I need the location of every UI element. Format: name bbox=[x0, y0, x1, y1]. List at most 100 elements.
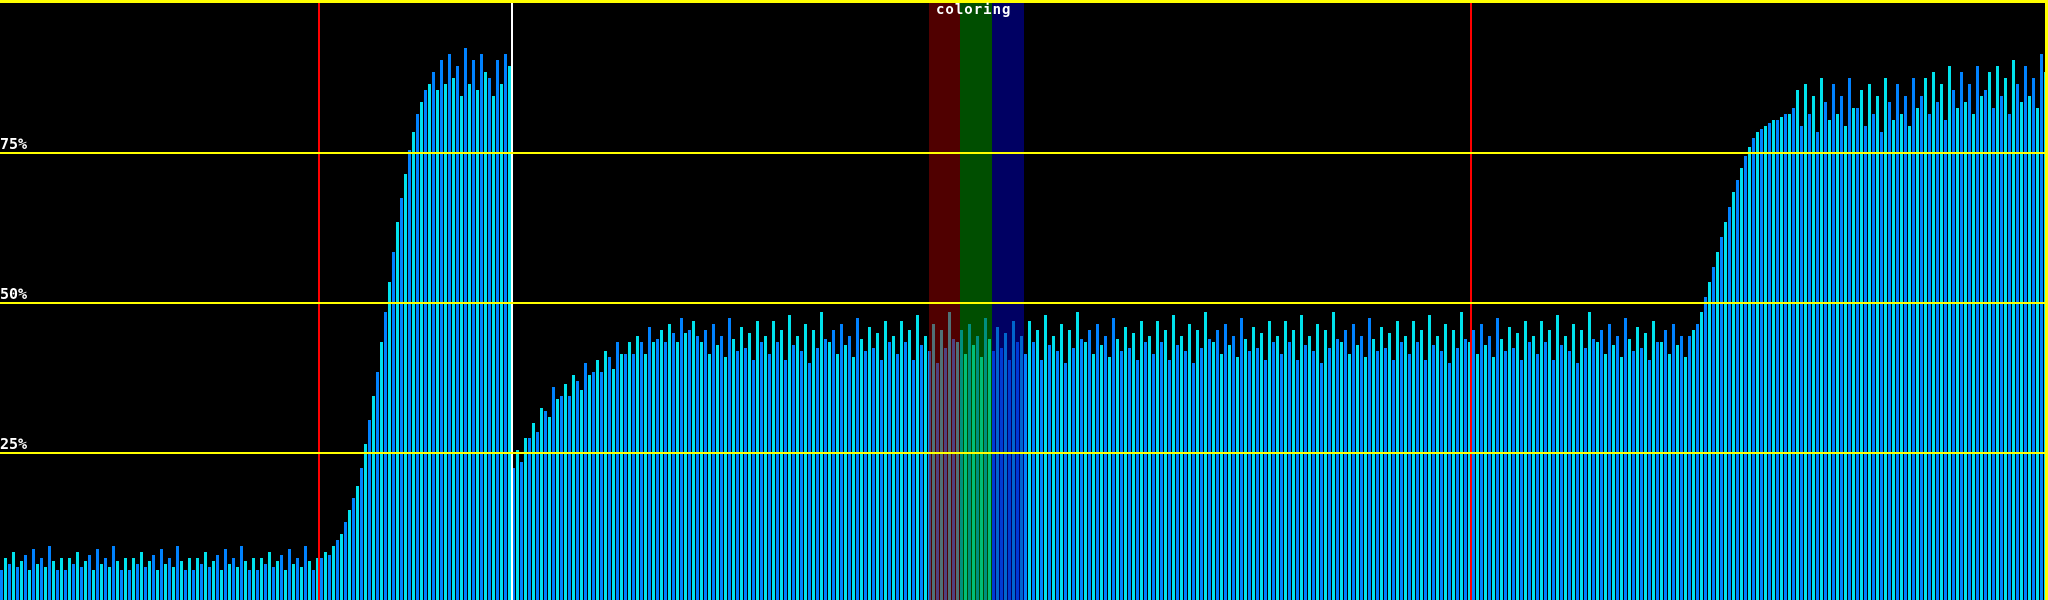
red-band bbox=[929, 0, 960, 600]
bar bbox=[1668, 354, 1671, 600]
bar bbox=[832, 330, 835, 600]
bar bbox=[752, 360, 755, 600]
bar bbox=[1568, 351, 1571, 600]
bar bbox=[1756, 132, 1759, 600]
bar bbox=[1432, 345, 1435, 600]
bar bbox=[1544, 342, 1547, 600]
bar bbox=[1704, 297, 1707, 600]
bar bbox=[1080, 339, 1083, 600]
green-band bbox=[960, 0, 992, 600]
bar bbox=[1484, 345, 1487, 600]
bar bbox=[1652, 321, 1655, 600]
bar bbox=[1288, 342, 1291, 600]
bar bbox=[1476, 354, 1479, 600]
bar bbox=[488, 78, 491, 600]
bar bbox=[132, 558, 135, 600]
bar bbox=[1772, 120, 1775, 600]
bar bbox=[624, 354, 627, 600]
bar bbox=[780, 330, 783, 600]
bar bbox=[1032, 342, 1035, 600]
bar bbox=[2020, 102, 2023, 600]
bar bbox=[1492, 357, 1495, 600]
bar bbox=[1496, 318, 1499, 600]
bar bbox=[1528, 342, 1531, 600]
bar bbox=[496, 60, 499, 600]
bar bbox=[1876, 96, 1879, 600]
bar bbox=[1204, 312, 1207, 600]
bar bbox=[676, 342, 679, 600]
bar bbox=[124, 558, 127, 600]
bar bbox=[348, 510, 351, 600]
bar bbox=[776, 342, 779, 600]
bar bbox=[1472, 330, 1475, 600]
bar bbox=[672, 333, 675, 600]
bar bbox=[1400, 342, 1403, 600]
bar bbox=[1948, 66, 1951, 600]
bar bbox=[460, 96, 463, 600]
bar bbox=[1304, 345, 1307, 600]
bar bbox=[76, 552, 79, 600]
bar bbox=[1044, 315, 1047, 600]
bar bbox=[1572, 324, 1575, 600]
bar bbox=[52, 561, 55, 600]
bar bbox=[1660, 342, 1663, 600]
bar bbox=[1408, 354, 1411, 600]
bar bbox=[1060, 324, 1063, 600]
bar bbox=[1212, 342, 1215, 600]
bar bbox=[1812, 96, 1815, 600]
bar bbox=[1056, 351, 1059, 600]
bar bbox=[816, 348, 819, 600]
bar bbox=[296, 558, 299, 600]
bar bbox=[1168, 360, 1171, 600]
bar bbox=[1564, 336, 1567, 600]
bar bbox=[72, 564, 75, 600]
bar bbox=[4, 558, 7, 600]
bar bbox=[544, 411, 547, 600]
bar bbox=[356, 486, 359, 600]
bar bbox=[812, 330, 815, 600]
bar bbox=[660, 330, 663, 600]
bar bbox=[912, 360, 915, 600]
bar bbox=[492, 96, 495, 600]
bar bbox=[1140, 321, 1143, 600]
bar bbox=[204, 552, 207, 600]
bar bbox=[1428, 315, 1431, 600]
bar bbox=[860, 339, 863, 600]
bar bbox=[456, 66, 459, 600]
bar bbox=[1744, 156, 1747, 600]
bar bbox=[2004, 78, 2007, 600]
bar bbox=[708, 354, 711, 600]
bar bbox=[728, 318, 731, 600]
bar bbox=[228, 564, 231, 600]
bar bbox=[308, 561, 311, 600]
bar bbox=[1452, 330, 1455, 600]
bar bbox=[380, 342, 383, 600]
bar bbox=[1624, 318, 1627, 600]
bar bbox=[808, 363, 811, 600]
axis-label-25: 25% bbox=[0, 435, 28, 453]
bar bbox=[40, 558, 43, 600]
bar bbox=[1936, 102, 1939, 600]
bar bbox=[1644, 333, 1647, 600]
bar bbox=[236, 567, 239, 600]
bar bbox=[1364, 357, 1367, 600]
bar bbox=[852, 357, 855, 600]
bar bbox=[1952, 90, 1955, 600]
bar bbox=[56, 570, 59, 600]
bar bbox=[1828, 120, 1831, 600]
bar bbox=[100, 564, 103, 600]
bar bbox=[888, 342, 891, 600]
bar bbox=[448, 54, 451, 600]
bar bbox=[632, 354, 635, 600]
bar bbox=[1028, 321, 1031, 600]
bar bbox=[440, 60, 443, 600]
bar bbox=[1124, 327, 1127, 600]
bar bbox=[1392, 360, 1395, 600]
bar bbox=[1248, 351, 1251, 600]
bar bbox=[1964, 102, 1967, 600]
bar bbox=[772, 321, 775, 600]
bar bbox=[1152, 354, 1155, 600]
bar bbox=[1888, 102, 1891, 600]
bar bbox=[844, 345, 847, 600]
bar bbox=[1376, 351, 1379, 600]
